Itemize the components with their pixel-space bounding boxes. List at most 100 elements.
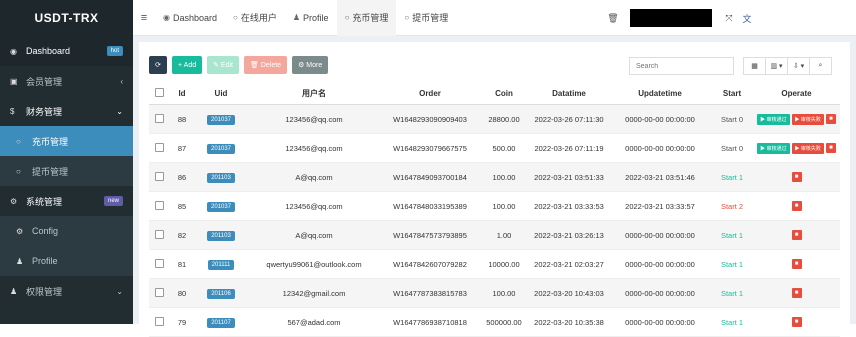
uid-badge[interactable]: 201103 — [207, 172, 235, 183]
uid-badge[interactable]: 201107 — [207, 317, 235, 328]
top-navbar: ≡ ◉ Dashboard ○ 在线用户 ♟ Profile ○ 充币管理 ○ … — [133, 0, 856, 36]
circle-icon: ○ — [16, 136, 21, 146]
checkbox[interactable] — [154, 200, 164, 210]
row-actions: ■ — [754, 201, 839, 211]
row-checkbox-cell[interactable] — [149, 249, 169, 279]
refresh-button[interactable]: ⟳ — [149, 56, 167, 74]
dashboard-icon: ◉ — [163, 13, 170, 22]
col-coin[interactable]: Coin — [479, 82, 529, 105]
tab-deposit[interactable]: ○ 充币管理 — [336, 0, 397, 36]
checkbox[interactable] — [154, 87, 164, 97]
sidebar-item-deposit[interactable]: ○ 充币管理 — [0, 126, 133, 156]
edit-button[interactable]: ✎ Edit — [207, 56, 239, 74]
col-start[interactable]: Start — [711, 82, 753, 105]
add-button[interactable]: + Add — [172, 56, 203, 74]
sidebar-item-config[interactable]: ⚙ Config — [0, 216, 133, 246]
checkbox[interactable] — [154, 142, 164, 152]
table-row[interactable]: 85 201037 123456@qq.com W1647848033195389 10… — [149, 191, 840, 221]
row-checkbox-cell[interactable] — [149, 104, 169, 134]
table-row[interactable]: 87 201037 123456@qq.com W1648293079667575 50… — [149, 133, 840, 163]
row-checkbox-cell[interactable] — [149, 191, 169, 221]
sidebar-item-system[interactable]: ⚙ 系统管理 new — [0, 186, 133, 216]
delete-row-button[interactable]: ■ — [791, 172, 802, 182]
checkbox[interactable] — [154, 113, 164, 123]
menu-toggle-icon[interactable]: ≡ — [133, 12, 155, 24]
delete-row-button[interactable]: ■ — [791, 317, 802, 327]
cell-updatetime: 0000-00-00 00:00:00 — [609, 249, 711, 279]
col-order[interactable]: Order — [381, 82, 479, 105]
cell-username: 12342@gmail.com — [247, 278, 381, 308]
table-row[interactable]: 80 201106 12342@gmail.com W1647787383815783… — [149, 278, 840, 308]
app-logo[interactable]: USDT-TRX — [0, 0, 133, 36]
sidebar-item-label: Dashboard — [26, 46, 71, 56]
col-updatetime[interactable]: Updatetime — [609, 82, 711, 105]
checkbox[interactable] — [154, 258, 164, 268]
delete-row-button[interactable]: ■ — [791, 259, 802, 269]
table-row[interactable]: 82 201103 A@qq.com W1647847573793895 1.00 202… — [149, 220, 840, 250]
tab-withdraw[interactable]: ○ 提币管理 — [396, 0, 456, 36]
sidebar-item-dashboard[interactable]: ◉ Dashboard hot — [0, 36, 133, 66]
delete-row-button[interactable]: ■ — [791, 288, 802, 298]
uid-badge[interactable]: 201037 — [206, 114, 236, 125]
sidebar-item-profile[interactable]: ♟ Profile — [0, 246, 133, 276]
checkbox[interactable] — [154, 287, 164, 297]
expand-icon[interactable]: ⤧ — [720, 13, 738, 24]
toggle-view-button[interactable]: ▦ — [743, 57, 766, 75]
columns-button[interactable]: ▥ ▾ — [765, 57, 788, 75]
sidebar-item-withdraw[interactable]: ○ 提币管理 — [0, 156, 133, 186]
sidebar-item-members[interactable]: ▣ 会员管理 ‹ — [0, 66, 133, 96]
uid-badge[interactable]: 201103 — [207, 230, 235, 241]
table-row[interactable]: 88 201037 123456@qq.com W1648293090909403 28… — [149, 104, 840, 134]
gears-icon: ⚙ — [10, 196, 18, 206]
cell-updatetime: 0000-00-00 00:00:00 — [609, 220, 711, 250]
uid-badge[interactable]: 201111 — [207, 259, 235, 270]
delete-row-button[interactable]: ■ — [825, 114, 836, 124]
delete-row-button[interactable]: ■ — [825, 143, 836, 153]
cell-operate: ■ — [753, 162, 840, 192]
row-checkbox-cell[interactable] — [149, 220, 169, 250]
checkbox[interactable] — [154, 171, 164, 181]
cell-order: W1647847573793895 — [381, 220, 479, 250]
col-username[interactable]: 用户名 — [247, 82, 381, 105]
cell-coin: 100.00 — [479, 162, 529, 192]
table-row[interactable]: 81 201111 qwertyu99061@outlook.com W1647842… — [149, 249, 840, 279]
tab-dashboard[interactable]: ◉ Dashboard — [155, 0, 225, 36]
uid-badge[interactable]: 201106 — [207, 288, 235, 299]
delete-row-button[interactable]: ■ — [791, 230, 802, 240]
export-button[interactable]: ⇩ ▾ — [787, 57, 810, 75]
checkbox[interactable] — [154, 316, 164, 326]
row-checkbox-cell[interactable] — [149, 162, 169, 192]
table-row[interactable]: 79 201107 567@adad.com W1647786938710818 500… — [149, 307, 840, 337]
cell-start: Start 1 — [711, 249, 753, 279]
tab-profile[interactable]: ♟ Profile — [285, 0, 337, 36]
row-checkbox-cell[interactable] — [149, 278, 169, 308]
select-all-checkbox[interactable] — [149, 82, 169, 105]
cell-datatime: 2022-03-20 10:43:03 — [529, 278, 609, 308]
cell-coin: 500.00 — [479, 133, 529, 163]
trash-icon[interactable]: 🗑 — [604, 13, 622, 24]
search-toggle-button[interactable]: ⌕ — [809, 57, 832, 75]
row-checkbox-cell[interactable] — [149, 307, 169, 337]
sidebar-item-finance[interactable]: $ 财务管理 ⌄ — [0, 96, 133, 126]
approve-button[interactable]: ▶ 审核通过 — [757, 142, 790, 154]
chevron-down-icon: ⌄ — [116, 286, 123, 296]
row-checkbox-cell[interactable] — [149, 133, 169, 163]
delete-button[interactable]: 🗑 Delete — [243, 56, 288, 74]
cell-datatime: 2022-03-21 02:03:27 — [529, 249, 609, 279]
reject-button[interactable]: ▶ 审核失败 — [791, 113, 824, 125]
col-datatime[interactable]: Datatime — [529, 82, 609, 105]
tab-online-users[interactable]: ○ 在线用户 — [225, 0, 285, 36]
col-uid[interactable]: Uid — [195, 82, 247, 105]
more-button[interactable]: ⚙ More — [292, 56, 329, 74]
delete-row-button[interactable]: ■ — [791, 201, 802, 211]
approve-button[interactable]: ▶ 审核通过 — [757, 113, 790, 125]
col-id[interactable]: Id — [169, 82, 195, 105]
checkbox[interactable] — [154, 229, 164, 239]
reject-button[interactable]: ▶ 审核失败 — [791, 142, 824, 154]
language-icon[interactable]: 文 — [738, 12, 756, 25]
uid-badge[interactable]: 201037 — [206, 143, 236, 154]
sidebar-item-permissions[interactable]: ♟ 权限管理 ⌄ — [0, 276, 133, 306]
uid-badge[interactable]: 201037 — [206, 201, 236, 212]
search-input[interactable] — [629, 57, 734, 75]
table-row[interactable]: 86 201103 A@qq.com W1647849093700184 100.00 2… — [149, 162, 840, 192]
